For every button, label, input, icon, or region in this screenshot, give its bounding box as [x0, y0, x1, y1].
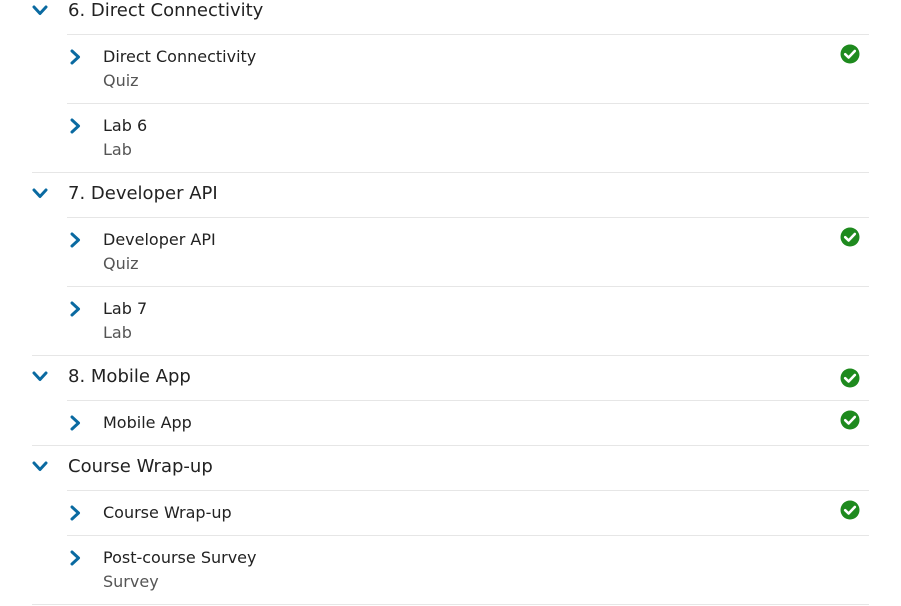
completed-check-icon — [840, 44, 860, 64]
item-type: Quiz — [103, 254, 139, 273]
section-items: Mobile App — [67, 400, 869, 445]
section-title: Course Wrap-up — [68, 456, 213, 477]
outline-item[interactable]: Direct Connectivity Quiz — [67, 34, 869, 103]
section-course-wrap-up: Course Wrap-up Course Wrap-up Post-cours… — [32, 446, 869, 605]
item-title[interactable]: Lab 7 — [103, 298, 147, 319]
completed-check-icon — [840, 500, 860, 520]
item-title[interactable]: Direct Connectivity — [103, 46, 256, 67]
outline-item[interactable]: Developer API Quiz — [67, 217, 869, 286]
chevron-right-icon — [70, 550, 80, 566]
section-header[interactable]: 6. Direct Connectivity — [32, 0, 869, 34]
chevron-down-icon[interactable] — [32, 370, 48, 384]
section-title: 6. Direct Connectivity — [68, 0, 264, 21]
section-mobile-app: 8. Mobile App Mobile App — [32, 356, 869, 446]
section-items: Course Wrap-up Post-course Survey Survey — [67, 490, 869, 604]
item-title[interactable]: Course Wrap-up — [103, 502, 232, 523]
outline-item[interactable]: Lab 6 Lab — [67, 103, 869, 172]
chevron-right-icon — [70, 505, 80, 521]
chevron-right-icon — [70, 49, 80, 65]
outline-item[interactable]: Post-course Survey Survey — [67, 535, 869, 604]
section-developer-api: 7. Developer API Developer API Quiz Lab … — [32, 173, 869, 356]
chevron-right-icon — [70, 232, 80, 248]
item-type: Quiz — [103, 71, 139, 90]
item-title[interactable]: Mobile App — [103, 412, 192, 433]
completed-check-icon — [840, 410, 860, 430]
completed-check-icon — [840, 227, 860, 247]
section-direct-connectivity: 6. Direct Connectivity Direct Connectivi… — [32, 0, 869, 173]
section-header[interactable]: 7. Developer API — [32, 173, 869, 217]
completed-check-icon — [840, 368, 860, 388]
item-type: Lab — [103, 140, 132, 159]
section-items: Direct Connectivity Quiz Lab 6 Lab — [67, 34, 869, 172]
section-title: 7. Developer API — [68, 183, 218, 204]
item-type: Lab — [103, 323, 132, 342]
item-type: Survey — [103, 572, 159, 591]
outline-item[interactable]: Mobile App — [67, 400, 869, 445]
section-header[interactable]: 8. Mobile App — [32, 356, 869, 400]
item-title[interactable]: Lab 6 — [103, 115, 147, 136]
chevron-down-icon[interactable] — [32, 460, 48, 474]
chevron-right-icon — [70, 415, 80, 431]
chevron-right-icon — [70, 118, 80, 134]
chevron-right-icon — [70, 301, 80, 317]
chevron-down-icon[interactable] — [32, 4, 48, 18]
item-title[interactable]: Post-course Survey — [103, 547, 256, 568]
section-title: 8. Mobile App — [68, 366, 191, 387]
section-header[interactable]: Course Wrap-up — [32, 446, 869, 490]
section-items: Developer API Quiz Lab 7 Lab — [67, 217, 869, 355]
course-outline: 6. Direct Connectivity Direct Connectivi… — [0, 0, 901, 605]
outline-item[interactable]: Lab 7 Lab — [67, 286, 869, 355]
item-title[interactable]: Developer API — [103, 229, 216, 250]
outline-item[interactable]: Course Wrap-up — [67, 490, 869, 535]
chevron-down-icon[interactable] — [32, 187, 48, 201]
